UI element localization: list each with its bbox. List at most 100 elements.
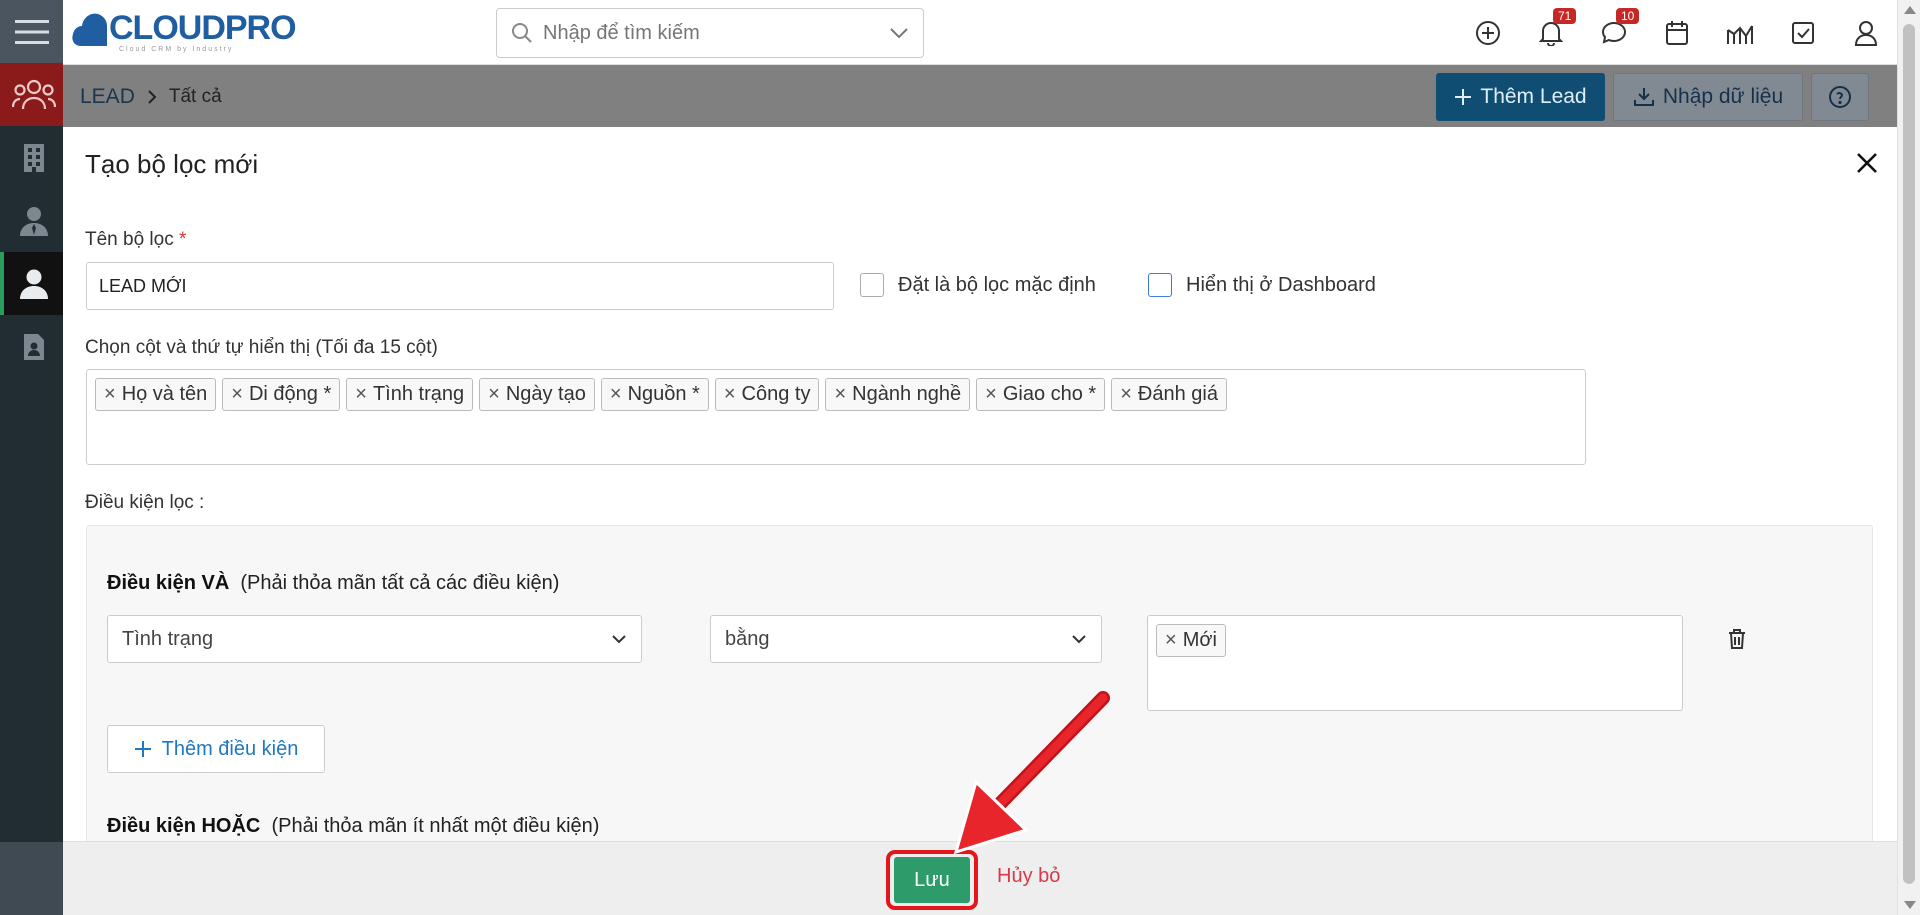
chevron-down-icon (1072, 635, 1086, 644)
contact-card-icon (23, 333, 44, 360)
user-outline-icon (1854, 20, 1877, 46)
show-on-dashboard-checkbox-box[interactable] (1148, 273, 1172, 297)
default-filter-checkbox-box[interactable] (860, 273, 884, 297)
chevron-down-icon (612, 635, 626, 644)
condition-field-value: Tình trạng (122, 627, 214, 650)
show-on-dashboard-label: Hiển thị ở Dashboard (1186, 273, 1376, 296)
breadcrumb: LEAD Tất cả (80, 85, 222, 109)
column-tag-label: Nguồn * (627, 383, 700, 405)
menu-toggle-button[interactable] (0, 0, 63, 63)
remove-tag-icon[interactable]: × (834, 383, 846, 406)
reports-button[interactable] (1708, 0, 1771, 65)
columns-multiselect[interactable]: × Họ và tên × Di động * × Tình trạng × Ngày … (86, 369, 1586, 465)
sidebar-item-leads[interactable] (0, 252, 63, 315)
remove-tag-icon[interactable]: × (488, 383, 500, 406)
trash-icon (1729, 629, 1745, 649)
help-button[interactable] (1811, 73, 1869, 121)
add-lead-label: Thêm Lead (1480, 85, 1587, 108)
chart-line-icon (1726, 24, 1753, 44)
add-lead-button[interactable]: Thêm Lead (1436, 73, 1605, 121)
sidebar-footer (0, 842, 63, 915)
condition-operator-value: bằng (725, 627, 770, 650)
column-tag-label: Di động * (248, 383, 332, 405)
sidebar-item-organizations[interactable] (0, 126, 63, 189)
plus-icon (1455, 89, 1472, 105)
import-data-button[interactable]: Nhập dữ liệu (1613, 73, 1803, 121)
hamburger-icon (14, 19, 49, 44)
logo[interactable]: CLOUDPRO Cloud CRM by Industry (71, 6, 297, 53)
value-tag-label: Mới (1182, 629, 1217, 651)
quick-create-button[interactable] (1456, 0, 1519, 65)
filter-name-input[interactable] (86, 262, 834, 310)
breadcrumb-view: Tất cả (168, 86, 222, 107)
columns-label: Chọn cột và thứ tự hiển thị (Tối đa 15 c… (85, 337, 438, 358)
notifications-button[interactable]: 71 (1519, 0, 1582, 65)
column-tag-label: Ngày tạo (505, 383, 586, 405)
value-tag: × Mới (1156, 624, 1226, 657)
remove-tag-icon[interactable]: × (355, 383, 367, 406)
column-tag: × Đánh giá (1111, 378, 1227, 411)
sidebar-item-contacts-group[interactable] (0, 63, 63, 126)
condition-value-multiselect[interactable]: × Mới (1147, 615, 1683, 711)
sidebar (0, 0, 63, 915)
sidebar-item-documents[interactable] (0, 315, 63, 378)
top-header: CLOUDPRO Cloud CRM by Industry 71 10 (63, 0, 1897, 65)
remove-tag-icon[interactable]: × (724, 383, 736, 406)
remove-tag-icon[interactable]: × (231, 383, 243, 406)
remove-tag-icon[interactable]: × (610, 383, 622, 406)
scrollbar-thumb[interactable] (1903, 24, 1915, 884)
filter-name-label: Tên bộ lọc * (85, 229, 186, 251)
column-tag-label: Tình trạng (372, 383, 465, 405)
calendar-button[interactable] (1645, 0, 1708, 65)
remove-tag-icon[interactable]: × (1165, 629, 1177, 652)
user-tie-icon (19, 206, 48, 236)
tasks-button[interactable] (1771, 0, 1834, 65)
and-group-title: Điều kiện VÀ (Phải thỏa mãn tất cả các đ… (107, 572, 559, 595)
search-icon (512, 23, 532, 43)
users-icon (11, 79, 56, 109)
scroll-down-icon[interactable] (1904, 901, 1916, 909)
remove-tag-icon[interactable]: × (104, 383, 116, 406)
default-filter-label: Đặt là bộ lọc mặc định (898, 273, 1096, 296)
column-tag-label: Công ty (741, 383, 811, 405)
scroll-up-icon[interactable] (1904, 6, 1916, 14)
or-group-title: Điều kiện HOẶC (Phải thỏa mãn ít nhất mộ… (107, 815, 599, 838)
page-scrollbar[interactable] (1897, 0, 1920, 915)
and-group-heading: Điều kiện VÀ (107, 572, 230, 594)
column-tag-label: Họ và tên (121, 383, 208, 405)
and-group-desc: (Phải thỏa mãn tất cả các điều kiện) (240, 572, 560, 594)
condition-field-select[interactable]: Tình trạng (107, 615, 642, 663)
column-tag: × Họ và tên (95, 378, 217, 411)
profile-button[interactable] (1834, 0, 1897, 65)
import-data-label: Nhập dữ liệu (1662, 85, 1784, 108)
column-tag: × Tình trạng (346, 378, 474, 411)
condition-operator-select[interactable]: bằng (710, 615, 1102, 663)
sidebar-item-contacts[interactable] (0, 189, 63, 252)
default-filter-checkbox[interactable]: Đặt là bộ lọc mặc định (860, 273, 1096, 297)
delete-condition-button[interactable] (1723, 624, 1751, 654)
close-icon (1857, 153, 1877, 173)
column-tag-label: Giao cho * (1002, 383, 1097, 405)
remove-tag-icon[interactable]: × (985, 383, 997, 406)
messages-button[interactable]: 10 (1582, 0, 1645, 65)
column-tag: × Công ty (714, 378, 820, 411)
filter-name-label-text: Tên bộ lọc (85, 229, 174, 250)
building-icon (23, 143, 44, 172)
global-search[interactable] (496, 8, 924, 58)
checkbox-icon (1791, 21, 1814, 44)
breadcrumb-module[interactable]: LEAD (80, 85, 135, 109)
plus-circle-icon (1475, 20, 1500, 45)
required-mark: * (179, 229, 187, 250)
chevron-down-icon[interactable] (889, 27, 909, 39)
close-modal-button[interactable] (1849, 145, 1885, 181)
remove-tag-icon[interactable]: × (1120, 383, 1132, 406)
add-condition-button[interactable]: Thêm điều kiện (107, 725, 325, 773)
cancel-link[interactable]: Hủy bỏ (997, 865, 1060, 888)
header-actions: 71 10 (1456, 0, 1897, 65)
add-condition-label: Thêm điều kiện (161, 737, 299, 760)
message-count-badge: 10 (1616, 8, 1640, 24)
show-on-dashboard-checkbox[interactable]: Hiển thị ở Dashboard (1148, 273, 1376, 297)
download-icon (1633, 88, 1654, 106)
notification-count-badge: 71 (1553, 8, 1577, 24)
search-input[interactable] (543, 21, 889, 45)
